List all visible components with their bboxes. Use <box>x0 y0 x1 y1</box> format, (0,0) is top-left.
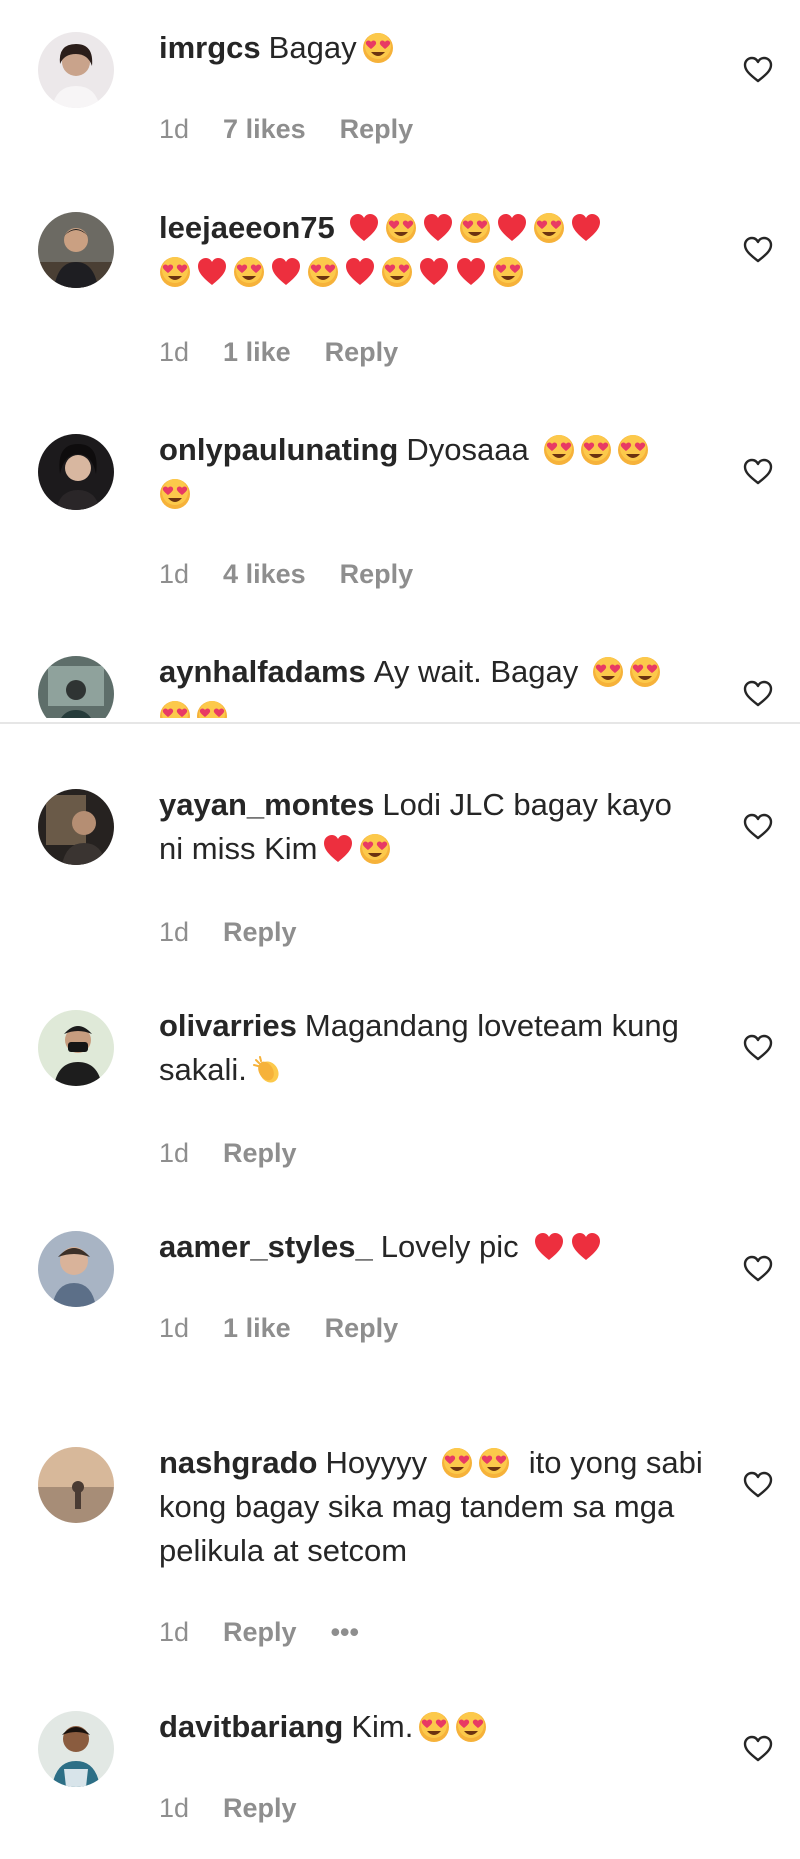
comment-username[interactable]: onlypaulunating <box>159 432 398 467</box>
heart-eyes-emoji <box>159 256 191 288</box>
red-heart-emoji <box>533 1231 565 1263</box>
comment-username[interactable]: nashgrado <box>159 1445 317 1480</box>
like-comment-heart-icon[interactable] <box>742 456 774 488</box>
red-heart-emoji <box>422 212 454 244</box>
heart-eyes-emoji <box>533 212 565 244</box>
heart-eyes-emoji <box>196 700 228 718</box>
like-comment-heart-icon[interactable] <box>742 678 774 710</box>
heart-eyes-emoji <box>381 256 413 288</box>
reply-button[interactable]: Reply <box>223 1793 297 1823</box>
comment-username[interactable]: leejaeeon75 <box>159 210 335 245</box>
heart-eyes-emoji <box>159 700 191 718</box>
heart-eyes-emoji <box>617 434 649 466</box>
comment-text: Hoyyyy <box>325 1445 428 1480</box>
like-comment-heart-icon[interactable] <box>742 1733 774 1765</box>
heart-eyes-emoji <box>385 212 417 244</box>
like-comment-heart-icon[interactable] <box>742 1469 774 1501</box>
reply-button[interactable]: Reply <box>325 1313 399 1343</box>
comment-timestamp: 1d <box>159 1138 190 1168</box>
avatar[interactable] <box>38 32 114 108</box>
comment-likes-count[interactable]: 7 likes <box>223 114 306 144</box>
like-comment-heart-icon[interactable] <box>742 54 774 86</box>
heart-eyes-emoji <box>418 1711 450 1743</box>
comment-timestamp: 1d <box>159 1617 190 1647</box>
heart-eyes-emoji <box>455 1711 487 1743</box>
comment-timestamp: 1d <box>159 917 190 947</box>
heart-eyes-emoji <box>543 434 575 466</box>
heart-eyes-emoji <box>359 833 391 865</box>
heart-eyes-emoji <box>580 434 612 466</box>
comment-username[interactable]: olivarries <box>159 1008 297 1043</box>
comment-username[interactable]: aamer_styles_ <box>159 1229 373 1264</box>
comment-username[interactable]: davitbariang <box>159 1709 343 1744</box>
comment-text: Dyosaaa <box>406 432 529 467</box>
red-heart-emoji <box>344 256 376 288</box>
comment-username[interactable]: yayan_montes <box>159 787 374 822</box>
avatar[interactable] <box>38 1010 114 1086</box>
comment-timestamp: 1d <box>159 1313 190 1343</box>
comment-text: Kim. <box>351 1709 414 1744</box>
red-heart-emoji <box>496 212 528 244</box>
comment-timestamp: 1d <box>159 337 190 367</box>
red-heart-emoji <box>196 256 228 288</box>
comment-timestamp: 1d <box>159 559 190 589</box>
like-comment-heart-icon[interactable] <box>742 1253 774 1285</box>
avatar[interactable] <box>38 1447 114 1523</box>
reply-button[interactable]: Reply <box>223 1617 297 1647</box>
comment-text: Ay wait. Bagay <box>373 654 579 689</box>
red-heart-emoji <box>270 256 302 288</box>
red-heart-emoji <box>348 212 380 244</box>
clapping-hands-emoji <box>252 1054 284 1086</box>
heart-eyes-emoji <box>592 656 624 688</box>
screenshot-divider <box>0 722 800 724</box>
comment-likes-count[interactable]: 1 like <box>223 1313 291 1343</box>
red-heart-emoji <box>570 212 602 244</box>
reply-button[interactable]: Reply <box>223 917 297 947</box>
heart-eyes-emoji <box>307 256 339 288</box>
heart-eyes-emoji <box>441 1447 473 1479</box>
red-heart-emoji <box>455 256 487 288</box>
red-heart-emoji <box>570 1231 602 1263</box>
comment-text: Bagay <box>268 30 357 65</box>
heart-eyes-emoji <box>159 478 191 510</box>
avatar[interactable] <box>38 789 114 865</box>
more-options-icon[interactable]: ••• <box>331 1617 359 1647</box>
reply-button[interactable]: Reply <box>325 337 399 367</box>
heart-eyes-emoji <box>492 256 524 288</box>
heart-eyes-emoji <box>362 32 394 64</box>
comment-username[interactable]: imrgcs <box>159 30 261 65</box>
heart-eyes-emoji <box>478 1447 510 1479</box>
red-heart-emoji <box>322 833 354 865</box>
reply-button[interactable]: Reply <box>340 114 414 144</box>
like-comment-heart-icon[interactable] <box>742 234 774 266</box>
heart-eyes-emoji <box>459 212 491 244</box>
like-comment-heart-icon[interactable] <box>742 811 774 843</box>
comment-username[interactable]: aynhalfadams <box>159 654 366 689</box>
avatar[interactable] <box>38 1711 114 1787</box>
avatar[interactable] <box>38 1231 114 1307</box>
comment-likes-count[interactable]: 4 likes <box>223 559 306 589</box>
like-comment-heart-icon[interactable] <box>742 1032 774 1064</box>
comments-screenshot-top: imrgcs Bagay 1d 7 likes Reply leejaeeon75 1… <box>0 0 800 718</box>
heart-eyes-emoji <box>629 656 661 688</box>
reply-button[interactable]: Reply <box>340 559 414 589</box>
comment-likes-count[interactable]: 1 like <box>223 337 291 367</box>
red-heart-emoji <box>418 256 450 288</box>
comment-text: Lovely pic <box>380 1229 519 1264</box>
avatar[interactable] <box>38 434 114 510</box>
avatar[interactable] <box>38 656 114 718</box>
comment-timestamp: 1d <box>159 1793 190 1823</box>
heart-eyes-emoji <box>233 256 265 288</box>
comment-timestamp: 1d <box>159 114 190 144</box>
avatar[interactable] <box>38 212 114 288</box>
comments-screenshot-bottom: yayan_montes Lodi JLC bagay kayo ni miss … <box>0 727 800 1859</box>
reply-button[interactable]: Reply <box>223 1138 297 1168</box>
